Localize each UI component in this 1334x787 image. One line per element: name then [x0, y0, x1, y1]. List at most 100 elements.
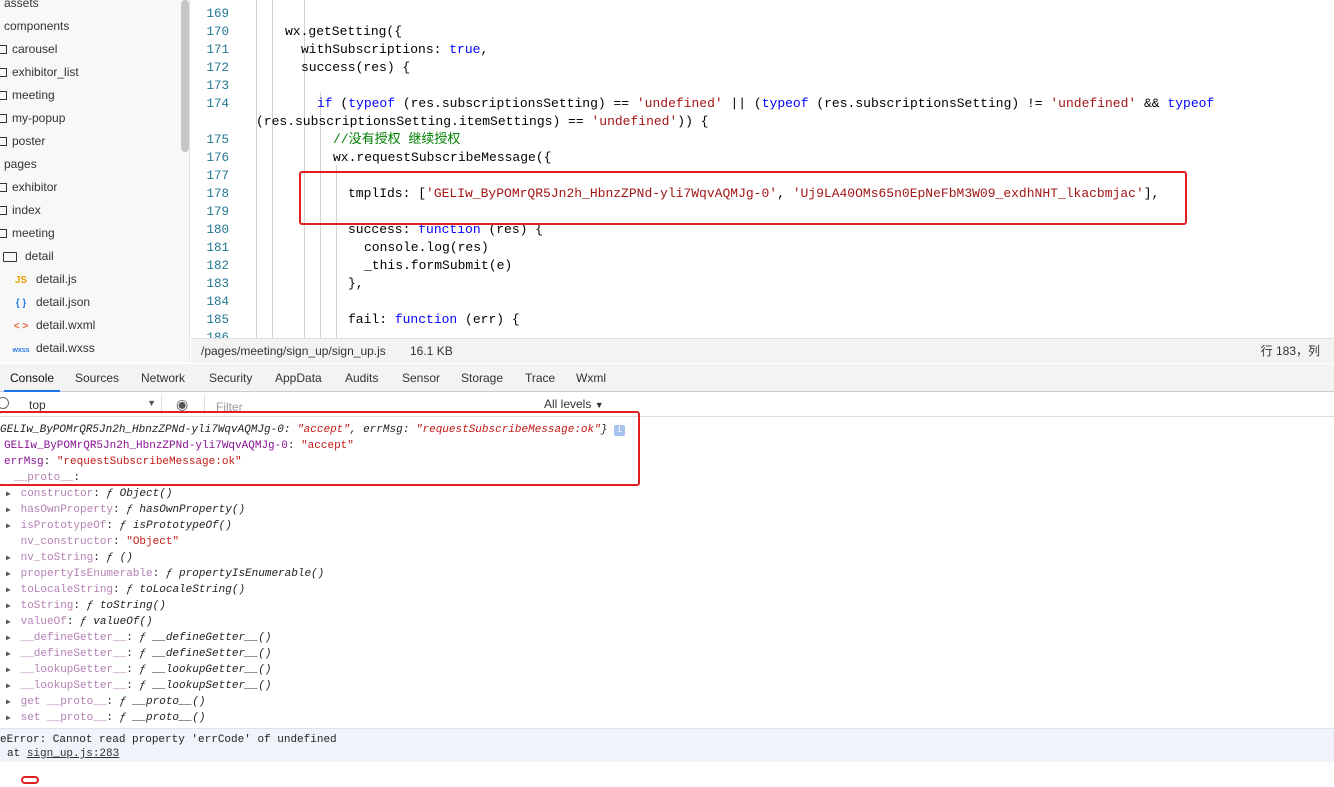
log-levels-dropdown[interactable]: All levels ▼	[544, 397, 604, 411]
sidebar-item-label: detail.json	[36, 295, 91, 309]
tmplids-highlight-box	[299, 171, 1187, 225]
line-number: 177	[206, 169, 229, 183]
expand-triangle-icon: ▶	[6, 666, 11, 675]
folder-icon	[0, 91, 7, 101]
sidebar-scrollbar[interactable]	[181, 0, 189, 152]
sidebar-item-label: detail	[25, 249, 54, 263]
expand-triangle-icon: ▶	[6, 586, 11, 595]
json-icon: { }	[15, 298, 27, 309]
tab-security[interactable]: Security	[209, 364, 252, 392]
clear-console-icon[interactable]	[0, 397, 9, 409]
file-explorer: assets components carousel exhibitor_list me…	[0, 0, 190, 362]
sidebar-item-exhibitor-list[interactable]: exhibitor_list	[0, 61, 79, 84]
sidebar-item-my-popup[interactable]: my-popup	[0, 107, 65, 130]
console-proto-member[interactable]: ▶ __lookupSetter__: ƒ __lookupSetter__()	[6, 678, 271, 694]
sidebar-item-pages[interactable]: pages	[4, 153, 37, 176]
tab-sensor[interactable]: Sensor	[402, 364, 440, 392]
error-stack: at sign_up.js:283	[7, 748, 120, 760]
code-line-175-comment: //没有授权 继续授权	[333, 132, 461, 147]
js-icon: JS	[14, 275, 28, 286]
sidebar-item-detail-wxss[interactable]: wxss detail.wxss	[12, 337, 94, 360]
line-number: 182	[206, 259, 229, 273]
console-proto-member[interactable]: ▶ valueOf: ƒ valueOf()	[6, 614, 153, 630]
expand-triangle-icon: ▶	[6, 714, 11, 723]
sidebar-item-label: pages	[4, 157, 37, 171]
sidebar-item-label: carousel	[12, 42, 58, 56]
code-line-174-wrap: (res.subscriptionsSetting.itemSettings) …	[256, 114, 709, 129]
line-number: 180	[206, 223, 229, 237]
sidebar-item-poster[interactable]: poster	[0, 130, 45, 153]
code-editor[interactable]: 1681691701711721731741751761771781791801…	[191, 0, 1334, 338]
folder-icon	[0, 114, 7, 124]
line-number: 185	[206, 313, 229, 327]
console-proto-member[interactable]: ▶ toLocaleString: ƒ toLocaleString()	[6, 582, 245, 598]
sidebar-item-label: meeting	[12, 226, 55, 240]
line-number: 186	[206, 331, 229, 338]
line-number: 170	[206, 25, 229, 39]
sidebar-item-detail-wxml[interactable]: < > detail.wxml	[12, 314, 96, 337]
console-proto-member[interactable]: ▶ constructor: ƒ Object()	[6, 486, 172, 502]
console-proto-member[interactable]: ▶ __defineGetter__: ƒ __defineGetter__()	[6, 630, 271, 646]
line-number: 169	[206, 7, 229, 21]
line-number: 181	[206, 241, 229, 255]
tab-sources[interactable]: Sources	[75, 364, 119, 392]
expand-triangle-icon: ▶	[6, 698, 11, 707]
line-number: 178	[206, 187, 229, 201]
tab-console[interactable]: Console	[4, 364, 61, 392]
indent-guide	[256, 0, 257, 338]
expand-triangle-icon: ▶	[6, 618, 11, 627]
folder-icon	[0, 137, 7, 147]
code-line-170: wx.getSetting({	[285, 24, 403, 39]
console-proto-member[interactable]: ▶ __lookupGetter__: ƒ __lookupGetter__()	[6, 662, 271, 678]
sidebar-item-label: components	[4, 19, 70, 33]
line-number: 183	[206, 277, 229, 291]
code-line-172: success(res) {	[301, 60, 411, 75]
expand-triangle-icon: ▶	[6, 506, 11, 515]
eye-icon[interactable]: ◉	[176, 396, 188, 412]
folder-icon	[0, 68, 7, 78]
sidebar-item-index[interactable]: index	[0, 199, 41, 222]
line-number: 172	[206, 61, 229, 75]
console-proto-member[interactable]: ▶ __defineSetter__: ƒ __defineSetter__()	[6, 646, 271, 662]
console-proto-member[interactable]: ▶ get __proto__: ƒ __proto__()	[6, 694, 205, 710]
expand-triangle-icon: ▶	[6, 554, 11, 563]
error-source-link[interactable]: sign_up.js:283	[27, 748, 119, 760]
expand-triangle-icon: ▶	[6, 570, 11, 579]
console-proto-member[interactable]: ▶ nv_toString: ƒ ()	[6, 550, 133, 566]
console-proto-member[interactable]: ▶ hasOwnProperty: ƒ hasOwnProperty()	[6, 502, 245, 518]
wxml-icon: < >	[13, 321, 29, 332]
tab-storage[interactable]: Storage	[461, 364, 503, 392]
tab-wxml[interactable]: Wxml	[576, 364, 606, 392]
sidebar-item-detail-js[interactable]: JS detail.js	[12, 268, 77, 291]
sidebar-item-exhibitor[interactable]: exhibitor	[0, 176, 57, 199]
sidebar-item-meeting[interactable]: meeting	[0, 84, 55, 107]
sidebar-item-assets[interactable]: assets	[4, 0, 39, 15]
console-highlight-box	[0, 411, 640, 486]
tab-appdata[interactable]: AppData	[275, 364, 322, 392]
sidebar-item-label: detail.wxml	[36, 318, 96, 332]
tab-network[interactable]: Network	[141, 364, 185, 392]
sidebar-item-meeting[interactable]: meeting	[0, 222, 55, 245]
chevron-down-icon: ▼	[147, 398, 156, 408]
sidebar-item-components[interactable]: components	[4, 15, 69, 38]
line-number: 179	[206, 205, 229, 219]
tab-audits[interactable]: Audits	[345, 364, 378, 392]
sidebar-item-carousel[interactable]: carousel	[0, 38, 57, 61]
sidebar-item-detail[interactable]: detail	[0, 245, 54, 268]
line-number: 174	[206, 97, 229, 111]
sidebar-item-label: detail.js	[36, 272, 77, 286]
indent-guide	[272, 0, 273, 338]
devtools-tab-bar: Console Sources Network Security AppData…	[0, 364, 1334, 392]
console-proto-member[interactable]: ▶ toString: ƒ toString()	[6, 598, 166, 614]
code-line-174: if (typeof (res.subscriptionsSetting) ==…	[317, 96, 1215, 111]
console-proto-member[interactable]: ▶ isPrototypeOf: ƒ isPrototypeOf()	[6, 518, 232, 534]
code-area[interactable]: wx.getSetting({ withSubscriptions: true,…	[256, 0, 1334, 338]
code-line-182: _this.formSubmit(e)	[364, 258, 513, 273]
tab-trace[interactable]: Trace	[525, 364, 555, 392]
console-proto-member[interactable]: ▶ set __proto__: ƒ __proto__()	[6, 710, 205, 726]
chevron-down-icon: ▼	[594, 400, 604, 410]
console-proto-member[interactable]: ▶ propertyIsEnumerable: ƒ propertyIsEnum…	[6, 566, 324, 582]
folder-open-icon	[3, 251, 17, 262]
sidebar-item-detail-json[interactable]: { } detail.json	[12, 291, 90, 314]
